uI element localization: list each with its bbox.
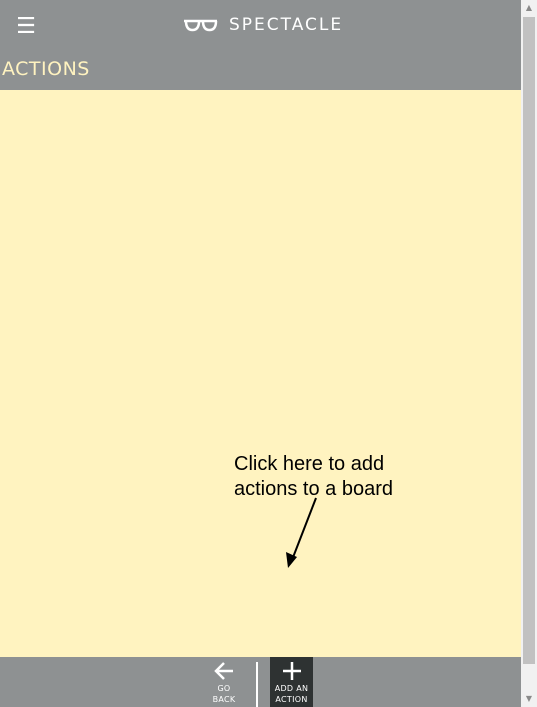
scroll-thumb[interactable] <box>523 17 535 664</box>
arrow-left-icon <box>214 662 233 680</box>
add-action-label-line-1: ADD AN <box>274 684 309 693</box>
app-header: ☰ SPECTACLE ACTIONS <box>0 0 521 90</box>
annotation-arrow-icon <box>286 497 317 568</box>
hamburger-menu-icon[interactable]: ☰ <box>14 15 38 39</box>
go-back-label-line-1: GO <box>217 684 231 693</box>
page-title: ACTIONS <box>2 58 90 80</box>
brand-name: SPECTACLE <box>229 15 344 35</box>
annotation-line-1: Click here to add <box>234 453 385 475</box>
scroll-down-arrow-icon[interactable]: ▼ <box>521 691 537 707</box>
plus-icon <box>282 662 301 680</box>
app-window: ☰ SPECTACLE ACTIONS Click here to add ac… <box>0 0 521 707</box>
scroll-up-arrow-icon[interactable]: ▲ <box>521 0 537 16</box>
help-annotation: Click here to add actions to a board <box>234 452 434 502</box>
add-action-button[interactable]: ADD AN ACTION <box>270 657 313 707</box>
add-action-label-line-2: ACTION <box>275 695 308 704</box>
go-back-label-line-2: BACK <box>212 695 236 704</box>
vertical-scrollbar[interactable]: ▲ ▼ <box>521 0 537 707</box>
annotation-line-2: actions to a board <box>234 478 393 500</box>
actions-list-area <box>0 90 521 657</box>
glasses-icon <box>184 19 218 32</box>
toolbar-divider <box>256 662 258 707</box>
brand-logo[interactable]: SPECTACLE <box>183 13 343 37</box>
bottom-toolbar: GO BACK ADD AN ACTION <box>0 657 521 707</box>
go-back-button[interactable]: GO BACK <box>204 657 244 707</box>
